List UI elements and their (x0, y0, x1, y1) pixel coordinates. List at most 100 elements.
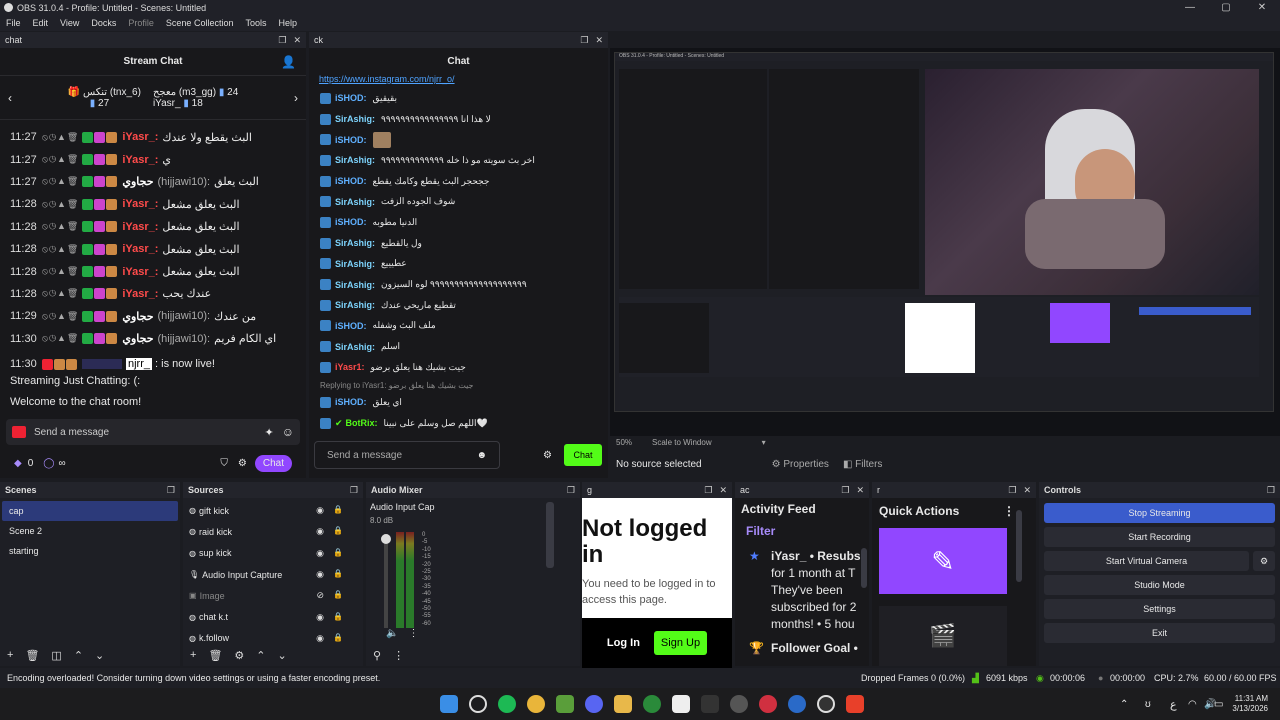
app-icon[interactable] (759, 695, 777, 713)
undock-icon[interactable]: ❐ (580, 35, 588, 46)
wifi-icon[interactable]: ◠ (1188, 699, 1197, 710)
stop-streaming-button[interactable]: Stop Streaming (1044, 503, 1275, 523)
lock-icon[interactable]: 🔒 (333, 526, 343, 537)
lock-icon[interactable]: 🔒 (333, 633, 343, 644)
ck-message-user[interactable]: iYasr1: (335, 362, 365, 372)
app-tray-icon[interactable]: ʊ (1145, 699, 1151, 710)
close-window-button[interactable]: ✕ (1244, 0, 1280, 15)
maximize-button[interactable]: ▢ (1208, 0, 1244, 15)
scene-item[interactable]: starting (2, 541, 178, 561)
ck-message-user[interactable]: SirAshig: (335, 197, 375, 207)
chat-send-button[interactable]: Chat (254, 454, 292, 472)
mod-actions-icon[interactable]: ⦸◷▲🗑 (42, 311, 79, 322)
message-user[interactable]: حجاوي (122, 310, 153, 323)
menu-scene-collection[interactable]: Scene Collection (160, 18, 240, 28)
visibility-icon[interactable]: ◉ (316, 548, 324, 559)
source-item[interactable]: ◍ raid kick ◉ 🔒 (183, 521, 363, 542)
message-user[interactable]: حجاوي (122, 175, 153, 188)
ck-send-input[interactable]: Send a message (327, 450, 476, 461)
brave-icon[interactable] (846, 695, 864, 713)
arrow-down-icon[interactable]: ⌄ (95, 649, 104, 662)
message-user[interactable]: iYasr_: (122, 131, 158, 143)
minecraft-icon[interactable] (556, 695, 574, 713)
clock[interactable]: 11:31 AM 3/13/2026 (1228, 694, 1268, 714)
ck-message-user[interactable]: SirAshig: (335, 280, 375, 290)
undock-icon[interactable]: ❐ (567, 485, 575, 496)
ck-message-user[interactable]: iSHOD: (335, 93, 367, 103)
filters-button[interactable]: ◧ Filters (843, 459, 882, 470)
filter-link[interactable]: Filter (735, 520, 869, 542)
mod-actions-icon[interactable]: ⦸◷▲🗑 (42, 333, 79, 344)
message-user[interactable]: حجاوي (122, 332, 153, 345)
more-icon[interactable]: ⋮ (1003, 504, 1015, 518)
menu-help[interactable]: Help (272, 18, 303, 28)
studio-mode-button[interactable]: Studio Mode (1044, 575, 1275, 595)
source-item[interactable]: ◍ sup kick ◉ 🔒 (183, 543, 363, 564)
speaker-icon[interactable]: 🔈 (386, 628, 398, 639)
mod-actions-icon[interactable]: ⦸◷▲🗑 (42, 221, 79, 232)
users-icon[interactable]: 👤 (281, 55, 296, 69)
more-icon[interactable]: ⋮ (408, 628, 418, 639)
obs-icon[interactable] (817, 695, 835, 713)
app-icon[interactable] (730, 695, 748, 713)
menu-view[interactable]: View (54, 18, 85, 28)
instagram-link[interactable]: https://www.instagram.com/njrr_o/ (309, 74, 608, 88)
menu-tools[interactable]: Tools (239, 18, 272, 28)
undock-icon[interactable]: ❐ (704, 485, 712, 496)
mod-actions-icon[interactable]: ⦸◷▲🗑 (42, 154, 79, 165)
visibility-icon[interactable]: ⊘ (316, 590, 324, 601)
shield-icon[interactable]: ⛉ (220, 458, 228, 469)
scrollbar[interactable] (861, 548, 867, 588)
message-user[interactable]: iYasr_: (122, 266, 158, 278)
exit-button[interactable]: Exit (1044, 623, 1275, 643)
visibility-icon[interactable]: ◉ (316, 569, 324, 580)
message-user[interactable]: iYasr_: (122, 221, 158, 233)
volume-slider[interactable] (381, 534, 391, 628)
mod-actions-icon[interactable]: ⦸◷▲🗑 (42, 266, 79, 277)
source-item[interactable]: ◍ gift kick ◉ 🔒 (183, 500, 363, 521)
magic-icon[interactable]: ✦ (265, 426, 274, 439)
lock-icon[interactable]: 🔒 (333, 569, 343, 580)
emoji-icon[interactable]: ☺ (282, 425, 294, 439)
menu-profile[interactable]: Profile (122, 18, 160, 28)
ck-message-user[interactable]: SirAshig: (335, 114, 375, 124)
zoom-level[interactable]: 50% (616, 438, 632, 447)
xbox-icon[interactable] (643, 695, 661, 713)
ck-message-user[interactable]: iSHOD: (335, 135, 367, 145)
mod-actions-icon[interactable]: ⦸◷▲🗑 (42, 244, 79, 255)
more-icon[interactable]: ⋮ (393, 649, 404, 662)
ck-message-user[interactable]: SirAshig: (335, 342, 375, 352)
chevron-down-icon[interactable]: ▾ (762, 438, 766, 447)
language-indicator[interactable]: ع (1170, 698, 1177, 711)
close-icon[interactable]: ✕ (1023, 485, 1031, 496)
menu-file[interactable]: File (0, 18, 27, 28)
start-virtual-camera-button[interactable]: Start Virtual Camera (1044, 551, 1249, 571)
properties-button[interactable]: ⚙ Properties (772, 459, 829, 470)
add-icon[interactable]: + (190, 649, 196, 661)
source-item[interactable]: 🎙 Audio Input Capture ◉ 🔒 (183, 564, 363, 585)
chrome-icon[interactable] (527, 695, 545, 713)
close-icon[interactable]: ✕ (595, 35, 603, 46)
file-icon[interactable] (672, 695, 690, 713)
search-icon[interactable] (469, 695, 487, 713)
scene-item[interactable]: Scene 2 (2, 521, 178, 541)
source-item[interactable]: ◍ chat k.t ◉ 🔒 (183, 606, 363, 627)
chevron-up-icon[interactable]: ⌃ (1120, 699, 1128, 710)
message-user[interactable]: iYasr_: (122, 288, 158, 300)
send-message-box[interactable]: Send a message ✦ ☺ (6, 419, 300, 445)
ck-message-user[interactable]: SirAshig: (335, 259, 375, 269)
undock-icon[interactable]: ❐ (1008, 485, 1016, 496)
emoji-icon[interactable]: ☻ (476, 450, 487, 461)
spotify-icon[interactable] (498, 695, 516, 713)
login-button[interactable]: Log In (607, 637, 640, 649)
message-user[interactable]: iYasr_: (122, 243, 158, 255)
visibility-icon[interactable]: ◉ (316, 526, 324, 537)
source-item[interactable]: ▣ Image ⊘ 🔒 (183, 585, 363, 606)
ck-message-user[interactable]: SirAshig: (335, 238, 375, 248)
ck-message-user[interactable]: iSHOD: (335, 321, 367, 331)
visibility-icon[interactable]: ◉ (316, 612, 324, 623)
gear-icon[interactable]: ⚙ (543, 450, 552, 461)
preview-canvas[interactable]: OBS 31.0.4 - Profile: Untitled - Scenes:… (610, 48, 1280, 436)
gear-icon[interactable]: ⚙ (238, 458, 247, 469)
lock-icon[interactable]: 🔒 (333, 590, 343, 601)
